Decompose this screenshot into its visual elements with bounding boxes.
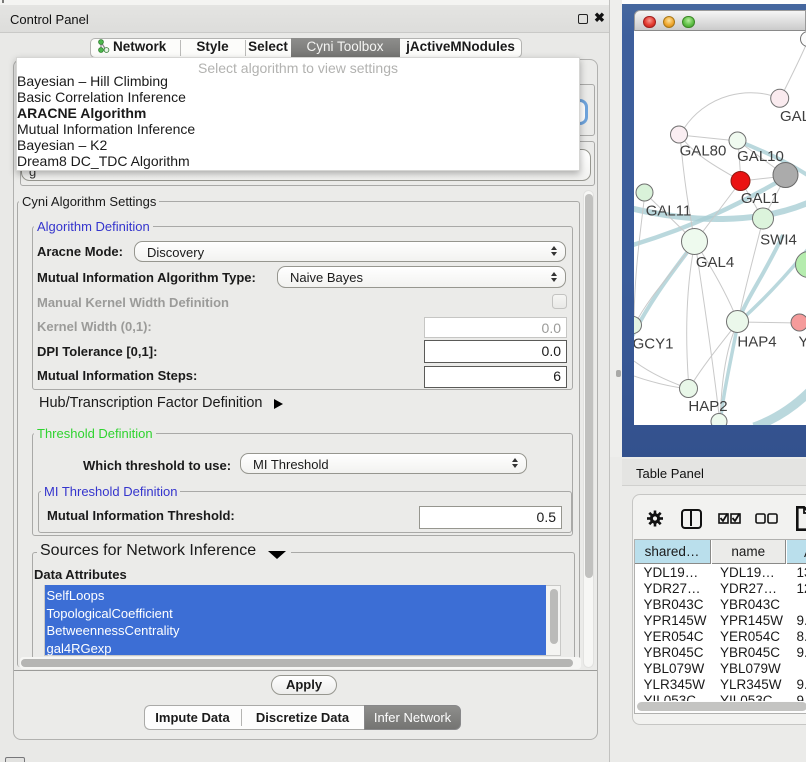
svg-text:GAL11: GAL11 xyxy=(645,203,691,220)
svg-text:SWI4: SWI4 xyxy=(760,232,797,249)
svg-text:GAL80: GAL80 xyxy=(679,143,726,160)
svg-text:GAL1: GAL1 xyxy=(740,190,778,207)
svg-text:HAP2: HAP2 xyxy=(688,398,727,415)
svg-text:GAL7: GAL7 xyxy=(780,108,806,125)
svg-text:GAL4: GAL4 xyxy=(695,254,733,271)
svg-text:GCY1: GCY1 xyxy=(634,336,673,353)
svg-text:HAP4: HAP4 xyxy=(737,334,776,351)
svg-text:YJ: YJ xyxy=(798,334,806,351)
svg-text:GAL10: GAL10 xyxy=(737,148,784,165)
